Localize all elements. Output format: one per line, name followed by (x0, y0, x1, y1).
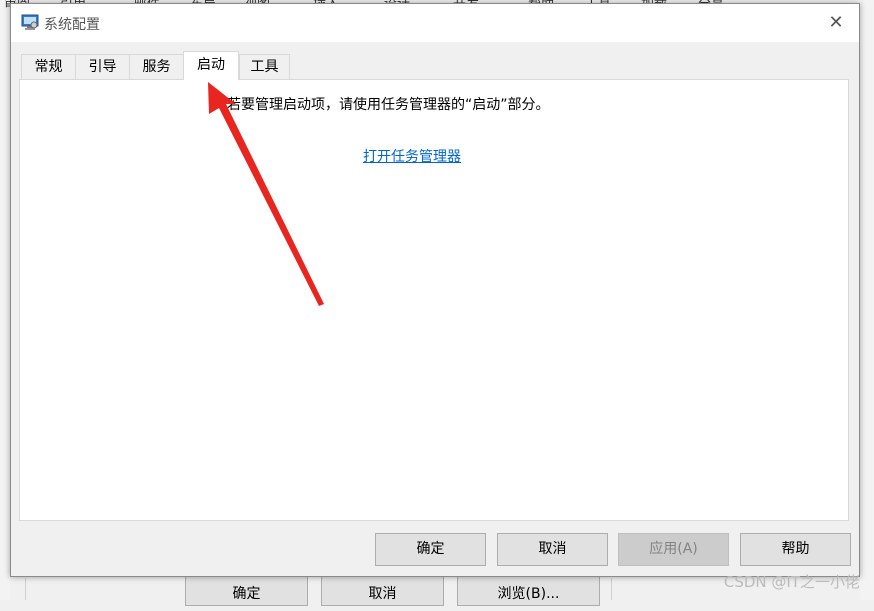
help-button[interactable]: 帮助 (740, 533, 851, 566)
window-title: 系统配置 (44, 17, 100, 33)
close-button[interactable]: ✕ (813, 4, 859, 42)
system-config-dialog: 系统配置 ✕ 常规 引导 服务 启动 工具 若要管理启动项，请使用任务管理器的“… (10, 3, 860, 577)
cancel-button[interactable]: 取消 (497, 533, 608, 566)
tab-boot[interactable]: 引导 (75, 54, 130, 79)
tab-general[interactable]: 常规 (21, 54, 76, 79)
startup-info-text: 若要管理启动项，请使用任务管理器的“启动”部分。 (227, 97, 550, 113)
background-left-edge (0, 12, 10, 600)
background-right-edge (860, 0, 874, 600)
title-bar[interactable]: 系统配置 ✕ (11, 4, 859, 42)
background-cancel-button: 取消 (321, 576, 444, 606)
watermark: CSDN @IT之一小佬 (723, 573, 860, 591)
ok-button[interactable]: 确定 (375, 533, 486, 566)
open-task-manager-link[interactable]: 打开任务管理器 (363, 146, 461, 166)
apply-button: 应用(A) (618, 533, 729, 566)
background-ok-button: 确定 (185, 576, 308, 606)
msconfig-icon (21, 13, 39, 31)
tab-tools[interactable]: 工具 (239, 54, 290, 79)
background-browse-button: 浏览(B)... (457, 576, 600, 606)
tab-services[interactable]: 服务 (129, 54, 184, 79)
startup-tab-panel: 若要管理启动项，请使用任务管理器的“启动”部分。 打开任务管理器 (19, 79, 849, 521)
tab-startup[interactable]: 启动 (183, 51, 239, 80)
close-icon: ✕ (828, 12, 844, 33)
